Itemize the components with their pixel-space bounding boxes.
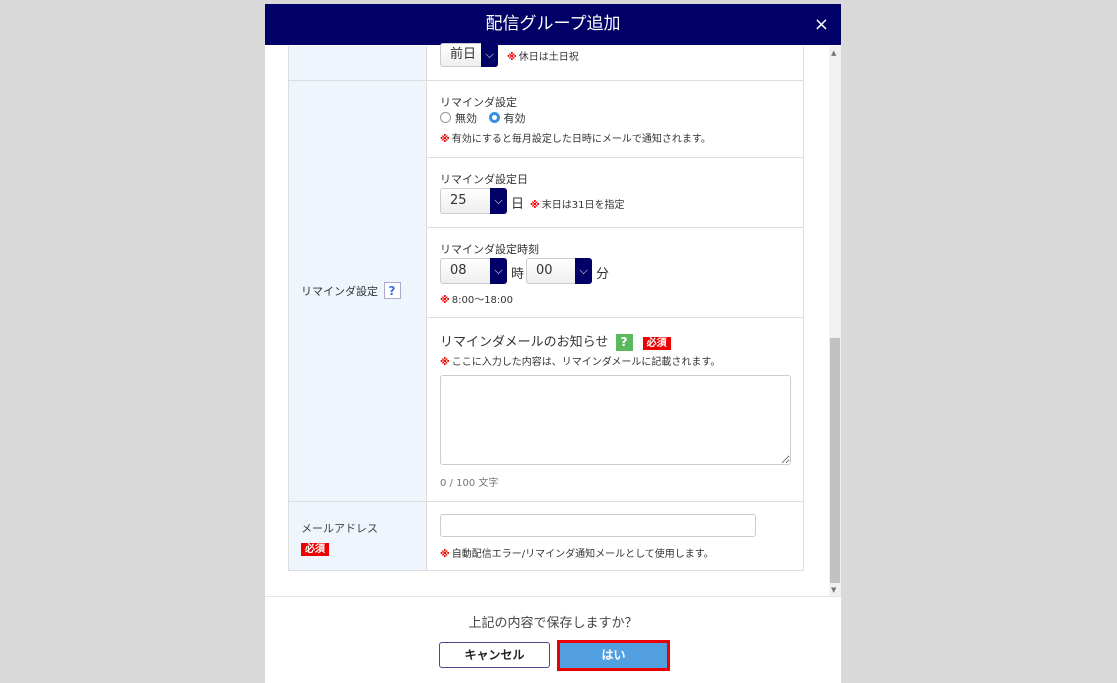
- reminder-day-note: 末日は31日を指定: [541, 200, 625, 211]
- holiday-select[interactable]: 前日 ⌵: [440, 43, 498, 67]
- hour-unit: 時: [511, 267, 525, 282]
- chevron-down-icon: ⌵: [490, 258, 507, 284]
- reminder-minute-select[interactable]: 00 ⌵: [526, 258, 592, 284]
- radio-enabled[interactable]: 有効: [488, 112, 526, 125]
- holiday-select-value: 前日: [450, 47, 477, 62]
- chevron-down-icon: ⌵: [575, 258, 592, 284]
- note-mark: ※: [440, 357, 450, 368]
- help-icon[interactable]: ?: [383, 282, 401, 299]
- minute-unit: 分: [596, 267, 610, 282]
- email-input[interactable]: [440, 514, 756, 537]
- char-counter: 0 / 100 文字: [440, 478, 499, 489]
- reminder-label: リマインダ設定 ?: [301, 282, 401, 299]
- label-column: [288, 46, 427, 571]
- help-icon[interactable]: ?: [615, 334, 633, 351]
- add-delivery-group-dialog: 配信グループ追加 × 前日 ⌵ ※ 休日は土日祝 リマインダ設定 ? リマインダ設…: [265, 4, 841, 683]
- confirm-yes-button[interactable]: はい: [557, 640, 670, 671]
- reminder-day-select[interactable]: 25 ⌵: [440, 188, 507, 214]
- required-badge: 必須: [642, 337, 671, 350]
- note-mark: ※: [440, 295, 450, 306]
- reminder-time-title: リマインダ設定時刻: [440, 243, 539, 256]
- chevron-down-icon: ⌵: [490, 188, 507, 214]
- reminder-message-title: リマインダメールのお知らせ: [440, 335, 609, 350]
- reminder-radio-group: 無効 有効: [440, 110, 526, 126]
- reminder-label-text: リマインダ設定: [301, 285, 378, 298]
- confirm-question: 上記の内容で保存しますか？: [468, 616, 638, 631]
- holiday-note: 休日は土日祝: [518, 52, 579, 63]
- email-note: 自動配信エラー/リマインダ通知メールとして使用します。: [451, 549, 714, 560]
- dialog-header: 配信グループ追加 ×: [265, 4, 841, 45]
- note-mark: ※: [507, 52, 517, 63]
- required-badge: 必須: [301, 543, 329, 556]
- reminder-day-value: 25: [450, 193, 467, 208]
- radio-disabled-label: 無効: [455, 112, 477, 125]
- reminder-message-header: リマインダメールのお知らせ ? 必須: [440, 331, 671, 351]
- reminder-day-title: リマインダ設定日: [440, 173, 528, 186]
- scroll-up-icon[interactable]: ▲: [831, 49, 836, 57]
- note-mark: ※: [440, 134, 450, 145]
- reminder-message-textarea[interactable]: [440, 375, 791, 465]
- scrollbar-thumb[interactable]: [830, 338, 840, 583]
- dialog-title: 配信グループ追加: [485, 14, 621, 34]
- reminder-setting-note: 有効にすると毎月設定した日時にメールで通知されます。: [451, 134, 711, 145]
- reminder-time-note: 8:00〜18:00: [451, 295, 514, 306]
- email-label: メールアドレス: [301, 522, 378, 535]
- reminder-message-note: ここに入力した内容は、リマインダメールに記載されます。: [451, 357, 721, 368]
- hour-value: 08: [450, 263, 467, 278]
- chevron-down-icon: ⌵: [481, 43, 498, 67]
- minute-value: 00: [536, 263, 553, 278]
- reminder-setting-title: リマインダ設定: [440, 96, 517, 109]
- radio-disabled[interactable]: 無効: [440, 112, 477, 125]
- scroll-down-icon[interactable]: ▼: [831, 586, 836, 594]
- radio-enabled-label: 有効: [503, 112, 526, 125]
- reminder-hour-select[interactable]: 08 ⌵: [440, 258, 507, 284]
- cancel-button[interactable]: キャンセル: [439, 642, 550, 668]
- close-icon[interactable]: ×: [814, 4, 829, 45]
- scrollbar[interactable]: ▲ ▼: [829, 46, 841, 596]
- day-unit: 日: [511, 197, 525, 212]
- note-mark: ※: [440, 549, 450, 560]
- note-mark: ※: [530, 200, 540, 211]
